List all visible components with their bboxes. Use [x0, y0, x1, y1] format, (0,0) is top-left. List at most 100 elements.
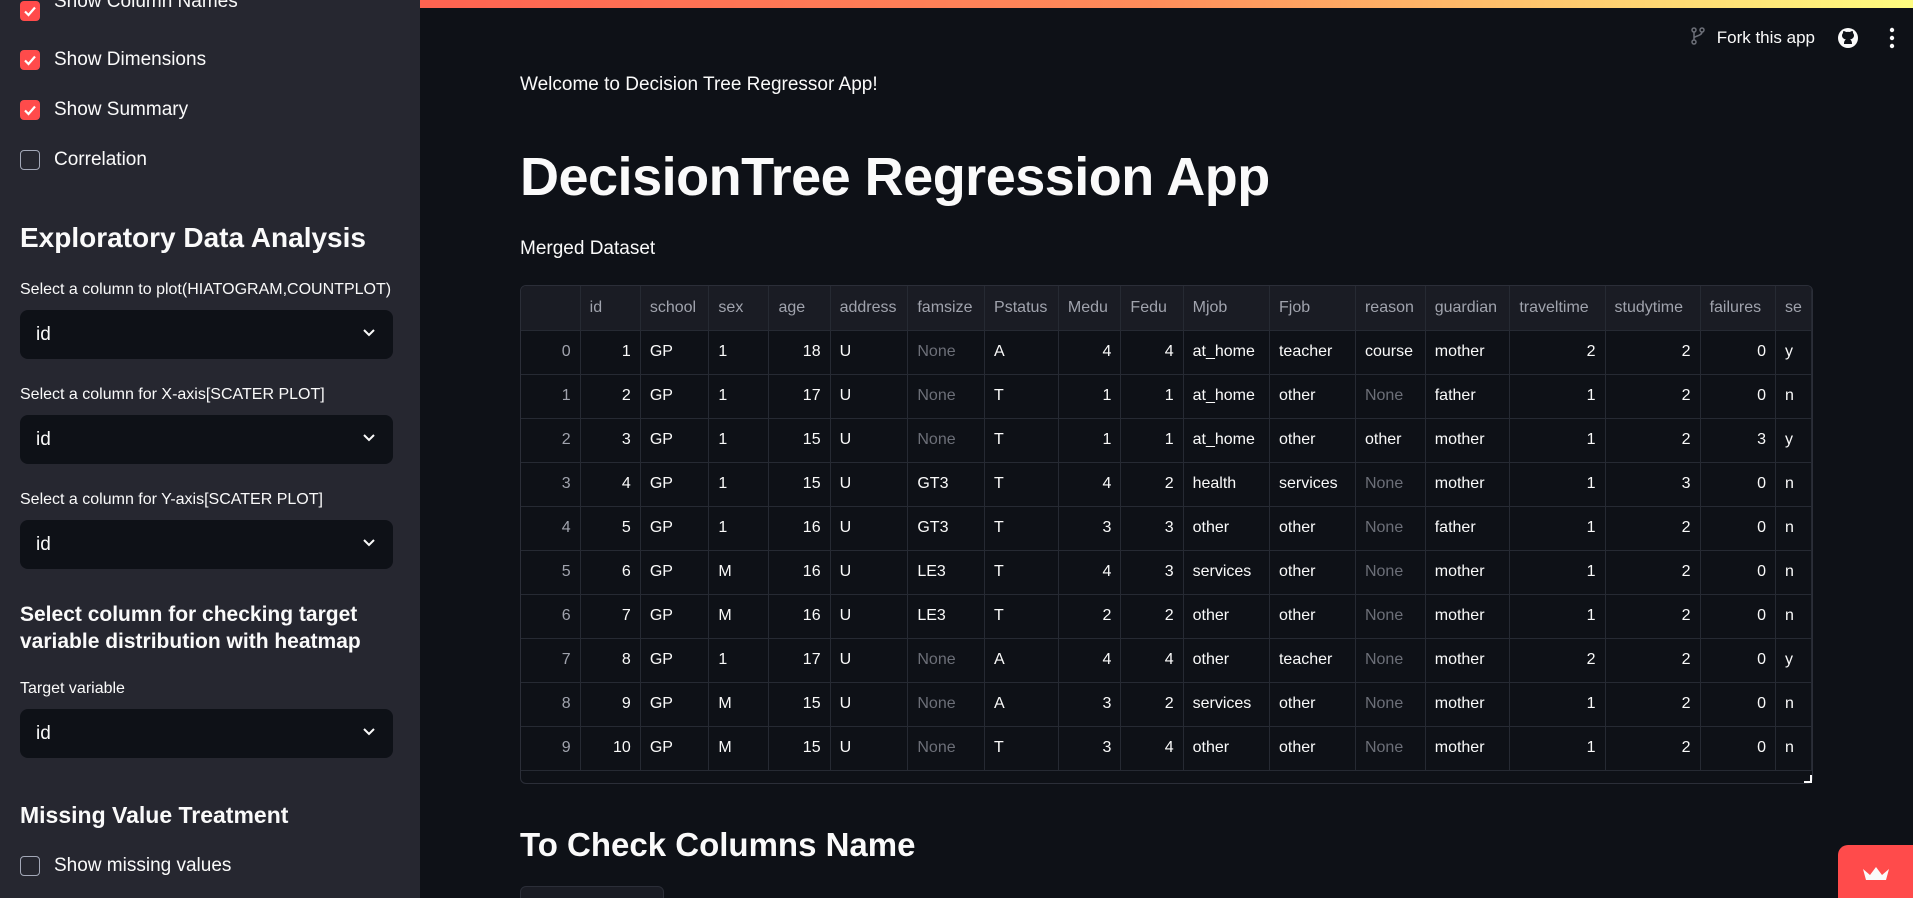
column-header[interactable]: traveltime — [1509, 286, 1606, 331]
table-cell[interactable]: M — [708, 682, 770, 727]
table-cell[interactable]: mother — [1425, 462, 1511, 507]
column-header[interactable]: famsize — [907, 286, 986, 331]
table-cell[interactable]: other — [1183, 726, 1270, 771]
column-header[interactable]: studytime — [1605, 286, 1701, 331]
table-cell[interactable]: 15 — [768, 462, 831, 507]
column-header[interactable]: se — [1775, 286, 1812, 331]
column-header[interactable]: Medu — [1058, 286, 1122, 331]
table-cell[interactable]: 3 — [580, 418, 641, 463]
row-index[interactable]: 9 — [521, 726, 581, 771]
table-cell[interactable]: 5 — [580, 506, 641, 551]
table-cell[interactable]: at_home — [1183, 374, 1270, 419]
more-options-icon[interactable] — [1881, 27, 1903, 49]
column-header[interactable]: age — [768, 286, 831, 331]
table-cell[interactable]: M — [708, 550, 770, 595]
table-cell[interactable]: n — [1775, 550, 1812, 595]
table-cell[interactable]: mother — [1425, 550, 1511, 595]
table-cell[interactable]: None — [1355, 506, 1426, 551]
table-cell[interactable]: 15 — [768, 682, 831, 727]
table-cell[interactable]: other — [1269, 550, 1356, 595]
table-cell[interactable]: 2 — [1058, 594, 1122, 639]
plot-column-select[interactable]: id — [20, 310, 393, 359]
table-cell[interactable]: U — [830, 726, 909, 771]
table-cell[interactable]: other — [1269, 374, 1356, 419]
table-cell[interactable]: 2 — [1605, 594, 1701, 639]
table-cell[interactable]: 2 — [1605, 330, 1701, 375]
table-cell[interactable]: 17 — [768, 638, 831, 683]
table-cell[interactable]: GP — [640, 638, 710, 683]
table-cell[interactable]: T — [984, 550, 1059, 595]
checkbox-show-dimensions[interactable]: Show Dimensions — [20, 49, 206, 71]
x-axis-select[interactable]: id — [20, 415, 393, 464]
table-cell[interactable]: services — [1269, 462, 1356, 507]
table-cell[interactable]: 1 — [1120, 418, 1184, 463]
table-cell[interactable]: GP — [640, 726, 710, 771]
table-cell[interactable]: other — [1269, 418, 1356, 463]
table-cell[interactable]: 16 — [768, 594, 831, 639]
table-cell[interactable]: 18 — [768, 330, 831, 375]
table-cell[interactable]: n — [1775, 462, 1812, 507]
table-cell[interactable]: 4 — [580, 462, 641, 507]
table-cell[interactable]: 1 — [1509, 418, 1606, 463]
table-cell[interactable]: 15 — [768, 418, 831, 463]
table-cell[interactable]: None — [1355, 638, 1426, 683]
table-cell[interactable]: None — [907, 726, 986, 771]
table-cell[interactable]: 4 — [1120, 330, 1184, 375]
table-cell[interactable]: at_home — [1183, 330, 1270, 375]
table-cell[interactable]: other — [1269, 682, 1356, 727]
column-header[interactable]: sex — [708, 286, 770, 331]
table-cell[interactable]: 3 — [1058, 506, 1122, 551]
table-cell[interactable]: 0 — [1700, 638, 1776, 683]
table-cell[interactable]: 1 — [708, 638, 770, 683]
table-cell[interactable]: other — [1269, 506, 1356, 551]
table-cell[interactable]: 2 — [1605, 726, 1701, 771]
table-cell[interactable]: 4 — [1058, 330, 1122, 375]
checkbox-show-summary[interactable]: Show Summary — [20, 99, 188, 121]
column-header[interactable]: guardian — [1425, 286, 1511, 331]
table-cell[interactable]: None — [907, 418, 986, 463]
column-header[interactable]: Fjob — [1269, 286, 1356, 331]
table-cell[interactable]: 2 — [1605, 682, 1701, 727]
row-index[interactable]: 8 — [521, 682, 581, 727]
table-cell[interactable]: services — [1183, 682, 1270, 727]
table-cell[interactable]: 0 — [1700, 550, 1776, 595]
table-cell[interactable]: 0 — [1700, 726, 1776, 771]
table-cell[interactable]: M — [708, 594, 770, 639]
table-cell[interactable]: 1 — [580, 330, 641, 375]
table-cell[interactable]: GP — [640, 330, 710, 375]
table-cell[interactable]: mother — [1425, 330, 1511, 375]
column-header[interactable]: Mjob — [1183, 286, 1270, 331]
table-cell[interactable]: 3 — [1058, 682, 1122, 727]
table-cell[interactable]: U — [830, 638, 909, 683]
table-cell[interactable]: 2 — [1509, 638, 1606, 683]
table-cell[interactable]: n — [1775, 594, 1812, 639]
table-cell[interactable]: 1 — [1509, 726, 1606, 771]
table-cell[interactable]: other — [1269, 726, 1356, 771]
table-cell[interactable]: 1 — [708, 374, 770, 419]
table-cell[interactable]: None — [1355, 550, 1426, 595]
table-cell[interactable]: 1 — [708, 506, 770, 551]
row-index[interactable]: 6 — [521, 594, 581, 639]
table-cell[interactable]: A — [984, 330, 1059, 375]
table-cell[interactable]: U — [830, 374, 909, 419]
table-cell[interactable]: other — [1183, 594, 1270, 639]
resize-handle-icon[interactable] — [1804, 775, 1812, 783]
table-cell[interactable]: 2 — [580, 374, 641, 419]
table-cell[interactable]: GP — [640, 550, 710, 595]
table-cell[interactable]: n — [1775, 374, 1812, 419]
table-cell[interactable]: 2 — [1605, 506, 1701, 551]
column-header[interactable]: Fedu — [1120, 286, 1184, 331]
table-cell[interactable]: U — [830, 418, 909, 463]
table-cell[interactable]: 0 — [1700, 374, 1776, 419]
table-cell[interactable]: GP — [640, 374, 710, 419]
table-cell[interactable]: other — [1183, 506, 1270, 551]
table-cell[interactable]: 1 — [1509, 506, 1606, 551]
table-cell[interactable]: y — [1775, 638, 1812, 683]
column-header[interactable]: id — [580, 286, 641, 331]
table-cell[interactable]: 2 — [1605, 418, 1701, 463]
table-cell[interactable]: n — [1775, 682, 1812, 727]
table-cell[interactable]: n — [1775, 726, 1812, 771]
table-cell[interactable]: GP — [640, 506, 710, 551]
table-cell[interactable]: 1 — [708, 462, 770, 507]
table-cell[interactable]: 3 — [1700, 418, 1776, 463]
